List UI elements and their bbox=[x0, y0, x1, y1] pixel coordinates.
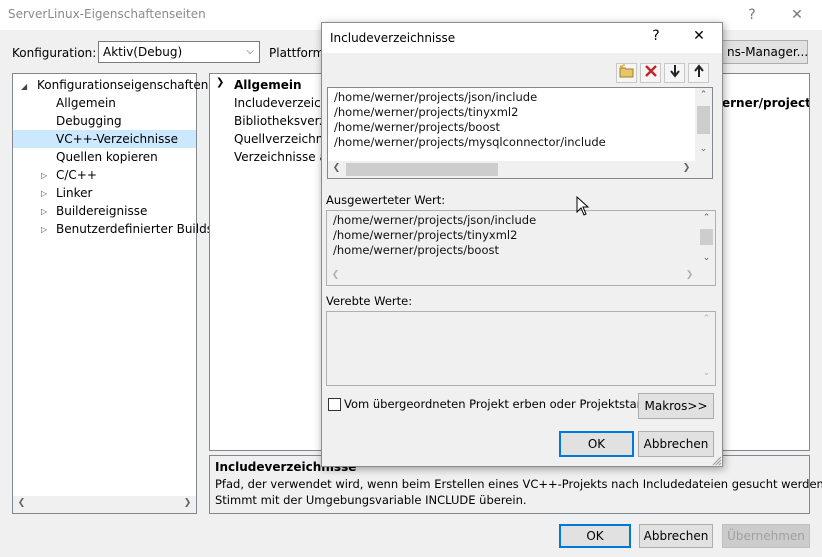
config-select[interactable]: Aktiv(Debug) ⌵ bbox=[98, 41, 260, 63]
inherited-label: Verebte Werte: bbox=[326, 294, 413, 308]
evaluated-path-line: /home/werner/projects/boost bbox=[333, 243, 499, 257]
arrow-up-icon bbox=[693, 64, 704, 77]
expand-triangle-icon[interactable]: ▷ bbox=[41, 167, 47, 185]
scroll-thumb[interactable] bbox=[697, 106, 710, 134]
property-value: erner/projects/ bbox=[722, 96, 809, 110]
expand-triangle-icon[interactable]: ▷ bbox=[41, 203, 47, 221]
configuration-manager-button[interactable]: ns-Manager... bbox=[712, 40, 808, 64]
window-close-button[interactable]: ✕ bbox=[777, 3, 817, 27]
include-path-line[interactable]: /home/werner/projects/tinyxml2 bbox=[334, 105, 518, 120]
description-line1: Pfad, der verwendet wird, wenn beim Erst… bbox=[215, 477, 822, 491]
tree-item-label: Quellen kopieren bbox=[56, 150, 158, 164]
tree-item-label: Allgemein bbox=[56, 96, 116, 110]
description-line2: Stimmt mit der Umgebungsvariable INCLUDE… bbox=[215, 493, 527, 507]
config-select-value: Aktiv(Debug) bbox=[103, 45, 183, 59]
delete-icon bbox=[644, 65, 657, 77]
resize-grip-icon[interactable] bbox=[712, 456, 722, 466]
tree-item[interactable]: ▷ Linker bbox=[13, 184, 196, 202]
scroll-right-icon[interactable]: ❯ bbox=[681, 270, 698, 280]
evaluated-hscrollbar[interactable]: ❮ ❯ bbox=[327, 268, 698, 285]
help-button[interactable]: ? bbox=[732, 3, 772, 27]
scroll-thumb[interactable] bbox=[346, 163, 498, 176]
tree-item[interactable]: ▷ C/C++ bbox=[13, 166, 196, 184]
evaluated-value-box: /home/werner/projects/json/include/home/… bbox=[326, 210, 716, 286]
tree-item[interactable]: ▷ Benutzerdefinierter Buildsc bbox=[13, 220, 220, 239]
scroll-right-icon[interactable]: ❯ bbox=[678, 163, 695, 173]
include-directories-dialog: Includeverzeichnisse ? ✕ /home/werner/pr… bbox=[321, 22, 723, 467]
scroll-up-icon[interactable]: ⌃ bbox=[695, 90, 712, 100]
dialog-titlebar: Includeverzeichnisse ? ✕ bbox=[322, 23, 722, 53]
collapse-triangle-icon[interactable]: ◢ bbox=[21, 82, 27, 91]
tree-hscrollbar[interactable]: ❮ ❯ bbox=[13, 496, 196, 513]
scroll-corner bbox=[695, 161, 712, 178]
grid-section-title: Allgemein bbox=[234, 78, 302, 92]
tree-item-label: Debugging bbox=[56, 114, 122, 128]
evaluated-vscrollbar[interactable]: ⌃ ⌄ bbox=[698, 211, 715, 269]
new-folder-icon bbox=[619, 64, 633, 78]
inherited-vscrollbar[interactable]: ⌃ ⌄ bbox=[698, 312, 715, 385]
scroll-up-icon[interactable]: ⌃ bbox=[698, 314, 715, 324]
expand-triangle-icon[interactable]: ▷ bbox=[41, 221, 47, 239]
new-line-button[interactable] bbox=[616, 63, 637, 83]
cancel-button[interactable]: Abbrechen bbox=[639, 524, 713, 548]
scroll-left-icon[interactable]: ❮ bbox=[328, 163, 345, 173]
tree-item-label: C/C++ bbox=[56, 168, 97, 182]
chevron-down-icon: ⌵ bbox=[246, 46, 254, 57]
tree-item[interactable]: Quellen kopieren bbox=[13, 148, 196, 166]
paths-hscrollbar[interactable]: ❮ ❯ bbox=[328, 161, 695, 178]
scroll-down-icon[interactable]: ⌄ bbox=[698, 253, 715, 263]
move-down-button[interactable] bbox=[664, 63, 685, 83]
dialog-help-button[interactable]: ? bbox=[644, 28, 668, 44]
include-paths-editor[interactable]: /home/werner/projects/json/include/home/… bbox=[327, 87, 713, 179]
tree-item-label: Benutzerdefinierter Buildsc bbox=[56, 222, 220, 236]
include-path-line[interactable]: /home/werner/projects/mysqlconnector/inc… bbox=[334, 135, 606, 150]
tree-item[interactable]: VC++-Verzeichnisse bbox=[13, 130, 196, 148]
delete-line-button[interactable] bbox=[640, 63, 661, 83]
macros-button[interactable]: Makros>> bbox=[638, 393, 714, 419]
mouse-cursor-icon bbox=[576, 196, 590, 216]
scroll-down-icon[interactable]: ⌄ bbox=[695, 144, 712, 154]
evaluated-path-line: /home/werner/projects/tinyxml2 bbox=[333, 228, 518, 242]
include-path-line[interactable]: /home/werner/projects/boost bbox=[334, 120, 500, 135]
platform-label: Plattform: bbox=[269, 46, 329, 60]
tree-item-label: VC++-Verzeichnisse bbox=[56, 132, 178, 146]
move-up-button[interactable] bbox=[688, 63, 709, 83]
expand-triangle-icon[interactable]: ▷ bbox=[41, 185, 47, 203]
scroll-thumb[interactable] bbox=[700, 229, 713, 245]
chevron-down-icon[interactable]: ❯ bbox=[216, 77, 224, 88]
inherit-checkbox[interactable] bbox=[328, 398, 341, 411]
window-title: ServerLinux-Eigenschaftenseiten bbox=[8, 7, 206, 21]
scroll-right-icon[interactable]: ❯ bbox=[179, 498, 196, 508]
evaluated-path-line: /home/werner/projects/json/include bbox=[333, 213, 537, 227]
dialog-title: Includeverzeichnisse bbox=[330, 31, 456, 45]
scroll-up-icon[interactable]: ⌃ bbox=[698, 213, 715, 223]
tree-item-label: Linker bbox=[56, 186, 93, 200]
tree-root[interactable]: Konfigurationseigenschaften bbox=[37, 76, 208, 94]
paths-vscrollbar[interactable]: ⌃ ⌄ bbox=[695, 88, 712, 161]
dialog-ok-button[interactable]: OK bbox=[559, 431, 634, 457]
inherited-values-box: ⌃ ⌄ bbox=[326, 311, 716, 386]
tree-item[interactable]: Allgemein bbox=[13, 94, 196, 112]
scroll-left-icon[interactable]: ❮ bbox=[13, 498, 30, 508]
config-label: Konfiguration: bbox=[12, 46, 97, 60]
scroll-down-icon[interactable]: ⌄ bbox=[698, 368, 715, 378]
scroll-left-icon[interactable]: ❮ bbox=[327, 270, 344, 280]
ok-button[interactable]: OK bbox=[559, 524, 631, 548]
arrow-down-icon bbox=[669, 65, 680, 78]
dialog-cancel-button[interactable]: Abbrechen bbox=[638, 431, 714, 457]
category-tree[interactable]: ◢ Konfigurationseigenschaften Allgemein D… bbox=[12, 73, 220, 514]
apply-button[interactable]: Übernehmen bbox=[722, 524, 810, 548]
include-path-line[interactable]: /home/werner/projects/json/include bbox=[334, 90, 537, 105]
property-name: Quellverzeichnis bbox=[234, 132, 333, 146]
tree-item[interactable]: ▷ Buildereignisse bbox=[13, 202, 196, 220]
tree-item-label: Buildereignisse bbox=[56, 204, 148, 218]
tree-item[interactable]: Debugging bbox=[13, 112, 196, 130]
inherit-checkbox-label[interactable]: Vom übergeordneten Projekt erben oder Pr… bbox=[344, 397, 658, 411]
evaluated-label: Ausgewerteter Wert: bbox=[326, 193, 446, 207]
dialog-close-button[interactable]: ✕ bbox=[686, 28, 712, 44]
